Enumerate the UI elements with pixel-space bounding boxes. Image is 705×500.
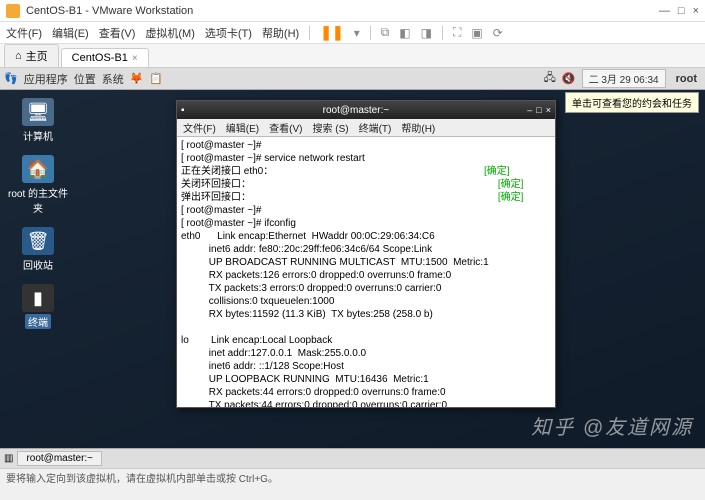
icon-label: 终端 [25, 314, 51, 329]
desktop-icons: 🖥 计算机 🏠 root 的主文件夹 🗑 回收站 ▮ 终端 [8, 98, 68, 329]
desktop-icon-home[interactable]: 🏠 root 的主文件夹 [8, 155, 68, 215]
menu-tabs[interactable]: 选项卡(T) [205, 25, 252, 41]
term-menu-view[interactable]: 查看(V) [269, 120, 302, 135]
tab-bar: ⌂ 主页 CentOS-B1 × [0, 44, 705, 68]
tab-vm-label: CentOS-B1 [72, 52, 128, 64]
network-icon[interactable]: 🖧 [544, 69, 556, 88]
vmware-statusbar: 要将输入定向到该虚拟机，请在虚拟机内部单击或按 Ctrl+G。 [0, 468, 705, 486]
menu-help[interactable]: 帮助(H) [262, 25, 299, 41]
app-title: CentOS-B1 - VMware Workstation [26, 5, 659, 17]
desktop-icon-trash[interactable]: 🗑 回收站 [8, 227, 68, 272]
icon-label: 回收站 [23, 257, 53, 272]
tab-home-label: 主页 [26, 48, 48, 64]
fullscreen-icon[interactable]: ⛶ [453, 25, 461, 40]
watermark: 知乎 @友道网源 [531, 411, 693, 440]
terminal-icon: ▮ [22, 284, 54, 312]
show-desktop-icon[interactable]: ▥ [4, 453, 13, 464]
term-menu-help[interactable]: 帮助(H) [401, 120, 435, 135]
desktop-icon-computer[interactable]: 🖥 计算机 [8, 98, 68, 143]
toolbar-icon[interactable]: ◨ [421, 26, 432, 40]
separator [309, 26, 310, 40]
taskbar-item-terminal[interactable]: root@master:~ [17, 451, 102, 466]
menu-applications[interactable]: 应用程序 [24, 71, 68, 87]
computer-icon: 🖥 [22, 98, 54, 126]
separator [370, 26, 371, 40]
vmware-logo-icon [6, 4, 20, 18]
tab-close-icon[interactable]: × [132, 53, 138, 64]
unity-icon[interactable]: ▣ [471, 26, 482, 40]
clock[interactable]: 二 3月 29 06:34 [582, 69, 666, 88]
menu-file[interactable]: 文件(F) [6, 25, 42, 41]
term-menu-search[interactable]: 搜索 (S) [312, 120, 348, 135]
pause-icon[interactable]: ❚❚ [320, 24, 343, 41]
terminal-window[interactable]: ▪ root@master:~ – □ × 文件(F) 编辑(E) 查看(V) … [176, 100, 556, 408]
volume-icon[interactable]: 🔇 [562, 72, 576, 85]
desktop-icon-terminal[interactable]: ▮ 终端 [8, 284, 68, 329]
tab-home[interactable]: ⌂ 主页 [4, 44, 59, 67]
gnome-bottom-panel: ▥ root@master:~ [0, 448, 705, 468]
terminal-title: root@master:~ [185, 105, 528, 116]
gnome-top-panel: 👣 应用程序 位置 系统 🦊 📋 🖧 🔇 二 3月 29 06:34 root [0, 68, 705, 90]
term-menu-edit[interactable]: 编辑(E) [226, 120, 259, 135]
maximize-button[interactable]: □ [678, 5, 685, 17]
home-folder-icon: 🏠 [22, 155, 54, 183]
term-menu-file[interactable]: 文件(F) [183, 120, 216, 135]
menu-vm[interactable]: 虚拟机(M) [145, 25, 195, 41]
minimize-button[interactable]: — [659, 5, 670, 17]
terminal-menubar: 文件(F) 编辑(E) 查看(V) 搜索 (S) 终端(T) 帮助(H) [177, 119, 555, 137]
term-minimize-button[interactable]: – [527, 105, 532, 115]
terminal-titlebar[interactable]: ▪ root@master:~ – □ × [177, 101, 555, 119]
firefox-icon[interactable]: 🦊 [130, 72, 144, 85]
toolbar-icon[interactable]: ⟳ [493, 26, 503, 40]
icon-label: 计算机 [23, 128, 53, 143]
menu-edit[interactable]: 编辑(E) [52, 25, 89, 41]
user-menu[interactable]: root [672, 73, 701, 85]
tab-vm[interactable]: CentOS-B1 × [61, 48, 149, 67]
toolbar-icon[interactable]: ◧ [399, 26, 410, 40]
foot-icon: 👣 [4, 72, 18, 85]
note-icon[interactable]: 📋 [149, 72, 163, 85]
term-close-button[interactable]: × [546, 105, 551, 115]
trash-icon: 🗑 [22, 227, 54, 255]
term-menu-terminal[interactable]: 终端(T) [359, 120, 392, 135]
clock-tooltip: 单击可查看您的约会和任务 [565, 92, 699, 113]
snapshot-icon[interactable]: ⧉ [381, 25, 390, 40]
status-text: 要将输入定向到该虚拟机，请在虚拟机内部单击或按 Ctrl+G。 [6, 470, 278, 485]
term-maximize-button[interactable]: □ [536, 105, 541, 115]
separator [442, 26, 443, 40]
icon-label: root 的主文件夹 [8, 185, 68, 215]
app-menubar: 文件(F) 编辑(E) 查看(V) 虚拟机(M) 选项卡(T) 帮助(H) ❚❚… [0, 22, 705, 44]
guest-desktop[interactable]: 👣 应用程序 位置 系统 🦊 📋 🖧 🔇 二 3月 29 06:34 root … [0, 68, 705, 468]
toolbar-icon[interactable]: ▾ [354, 26, 360, 40]
menu-view[interactable]: 查看(V) [99, 25, 136, 41]
terminal-output[interactable]: [ root@master ~]# [ root@master ~]# serv… [177, 137, 555, 407]
app-titlebar: CentOS-B1 - VMware Workstation — □ × [0, 0, 705, 22]
menu-system[interactable]: 系统 [102, 71, 124, 87]
home-icon: ⌂ [15, 50, 22, 62]
menu-places[interactable]: 位置 [74, 71, 96, 87]
close-button[interactable]: × [693, 5, 699, 17]
